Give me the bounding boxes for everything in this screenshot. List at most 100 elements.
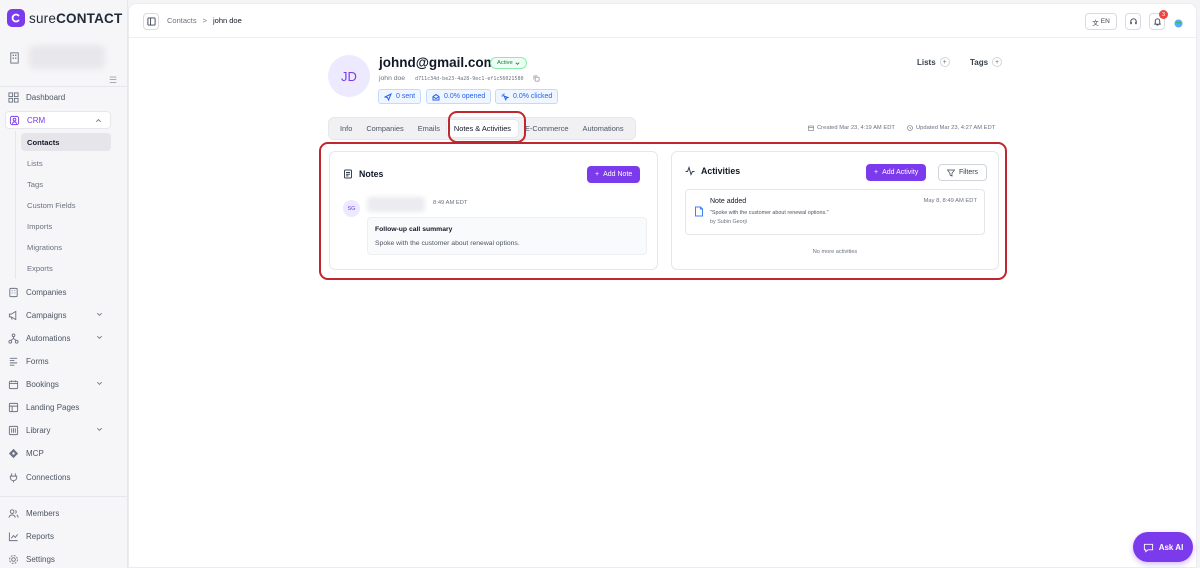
- language-button[interactable]: 文 EN: [1085, 13, 1117, 30]
- brand-logo[interactable]: sureCONTACT: [7, 9, 122, 27]
- contact-subline: john doe d711c34d-be23-4a28-9ec1-ef1c560…: [379, 75, 541, 82]
- sidebar-item-crm[interactable]: CRM: [5, 111, 111, 129]
- contact-avatar: JD: [328, 55, 370, 97]
- chat-icon: [1143, 543, 1153, 553]
- sidebar-item-automations[interactable]: Automations: [5, 329, 111, 347]
- add-list-button[interactable]: +: [939, 57, 950, 67]
- sidebar-item-forms[interactable]: Forms: [5, 352, 111, 370]
- sidebar-sub-custom-fields[interactable]: Custom Fields: [21, 196, 111, 214]
- add-activity-label: Add Activity: [882, 169, 919, 176]
- workspace-switcher[interactable]: [8, 45, 105, 69]
- sidebar-item-label: Dashboard: [26, 92, 66, 102]
- chevron-down-icon: [515, 61, 520, 65]
- building-icon: [10, 51, 19, 64]
- megaphone-icon: [8, 310, 17, 320]
- chevron-down-icon: [97, 427, 102, 431]
- chevron-up-icon: [96, 119, 101, 123]
- breadcrumb-separator: >: [202, 16, 207, 25]
- clicked-stat[interactable]: 0.0% clicked: [495, 89, 559, 104]
- activity-item[interactable]: Note added "Spoke with the customer abou…: [685, 189, 985, 235]
- note-body: Spoke with the customer about renewal op…: [375, 240, 520, 247]
- tags-header: Tags +: [970, 57, 1003, 67]
- sidebar-toggle-button[interactable]: [143, 13, 159, 30]
- ask-ai-button[interactable]: Ask AI: [1133, 532, 1193, 562]
- sidebar-item-label: Settings: [26, 554, 55, 564]
- sidebar-item-label: Reports: [26, 531, 55, 541]
- sidebar-sub-migrations[interactable]: Migrations: [21, 238, 111, 256]
- sidebar-item-label: MCP: [26, 448, 44, 458]
- sent-stat-label: 0 sent: [396, 93, 416, 100]
- activities-header: Activities: [685, 166, 740, 176]
- divider: [0, 496, 127, 497]
- headset-icon: [1129, 18, 1137, 25]
- sidebar-sub-imports[interactable]: Imports: [21, 217, 111, 235]
- activity-quote: "Spoke with the customer about renewal o…: [710, 210, 829, 216]
- tab-ecommerce[interactable]: E-Commerce: [518, 120, 576, 137]
- tab-emails[interactable]: Emails: [411, 120, 447, 137]
- sent-stat[interactable]: 0 sent: [378, 89, 422, 104]
- sidebar-item-companies[interactable]: Companies: [5, 283, 111, 301]
- sidebar-item-bookings[interactable]: Bookings: [5, 375, 111, 393]
- filters-button[interactable]: Filters: [938, 164, 988, 181]
- dashboard-icon: [8, 91, 19, 103]
- workspace-globe-icon[interactable]: [1173, 16, 1184, 28]
- add-activity-button[interactable]: + Add Activity: [866, 164, 927, 181]
- note-author-avatar: SG: [343, 200, 360, 217]
- sidebar-item-reports[interactable]: Reports: [5, 527, 111, 545]
- cursor-click-icon: [501, 93, 509, 101]
- sidebar-collapse-icon[interactable]: ☰: [109, 75, 117, 86]
- sidebar-item-label: Landing Pages: [26, 402, 80, 412]
- note-title: Follow-up call summary: [375, 226, 453, 233]
- sidebar-item-members[interactable]: Members: [5, 504, 111, 522]
- breadcrumb-contacts[interactable]: Contacts: [167, 16, 197, 25]
- copy-icon[interactable]: [533, 75, 541, 82]
- tab-info[interactable]: Info: [333, 120, 359, 137]
- tags-label: Tags: [970, 57, 989, 67]
- help-button[interactable]: [1125, 13, 1141, 30]
- notifications-button[interactable]: 3: [1149, 10, 1168, 30]
- tab-companies[interactable]: Companies: [359, 120, 410, 137]
- sidebar-sub-contacts[interactable]: Contacts: [21, 133, 111, 151]
- divider: [0, 86, 127, 87]
- status-badge[interactable]: Active: [490, 57, 527, 69]
- submenu-guide: [15, 131, 16, 279]
- lists-header: Lists +: [917, 57, 950, 67]
- note-item[interactable]: Follow-up call summary Spoke with the cu…: [367, 217, 647, 255]
- add-tag-button[interactable]: +: [992, 57, 1003, 67]
- sidebar-item-connections[interactable]: Connections: [5, 468, 111, 486]
- add-note-button[interactable]: + Add Note: [587, 166, 641, 183]
- sidebar-item-settings[interactable]: Settings: [5, 550, 111, 568]
- sidebar-item-label: Bookings: [26, 379, 59, 389]
- status-label: Active: [497, 60, 513, 66]
- main-panel: Contacts > john doe 文 EN 3 JD johnd@gmai…: [128, 3, 1197, 568]
- breadcrumb: Contacts > john doe: [167, 16, 242, 25]
- mcp-icon: [8, 448, 19, 458]
- tab-automations[interactable]: Automations: [576, 120, 631, 137]
- opened-stat[interactable]: 0.0% opened: [426, 89, 492, 104]
- sidebar-sub-tags[interactable]: Tags: [21, 175, 111, 193]
- workflow-icon: [8, 332, 19, 344]
- add-note-label: Add Note: [603, 171, 633, 178]
- sidebar-item-label: Companies: [26, 287, 67, 297]
- sidebar-item-dashboard[interactable]: Dashboard: [5, 88, 111, 106]
- sidebar-item-label: Connections: [26, 472, 71, 482]
- activity-author: by Subin Georji: [710, 219, 747, 225]
- tab-highlight-annotation: [448, 111, 526, 143]
- chevron-down-icon: [97, 381, 102, 385]
- form-icon: [9, 357, 18, 366]
- note-author-redacted: [367, 197, 425, 212]
- sidebar-item-landing-pages[interactable]: Landing Pages: [5, 398, 111, 416]
- sidebar-item-label: Library: [26, 425, 51, 435]
- sidebar-sub-exports[interactable]: Exports: [21, 259, 111, 277]
- sidebar-item-campaigns[interactable]: Campaigns: [5, 306, 111, 324]
- calendar-icon: [8, 379, 19, 389]
- clock-icon: [907, 125, 913, 131]
- breadcrumb-current: john doe: [213, 16, 242, 25]
- crm-icon: [9, 115, 20, 125]
- notes-title: Notes: [359, 169, 384, 179]
- sidebar-item-mcp[interactable]: MCP: [5, 444, 111, 462]
- calendar-icon: [808, 125, 814, 131]
- language-label: EN: [1100, 18, 1110, 25]
- sidebar-sub-lists[interactable]: Lists: [21, 154, 111, 172]
- sidebar-item-library[interactable]: Library: [5, 421, 111, 439]
